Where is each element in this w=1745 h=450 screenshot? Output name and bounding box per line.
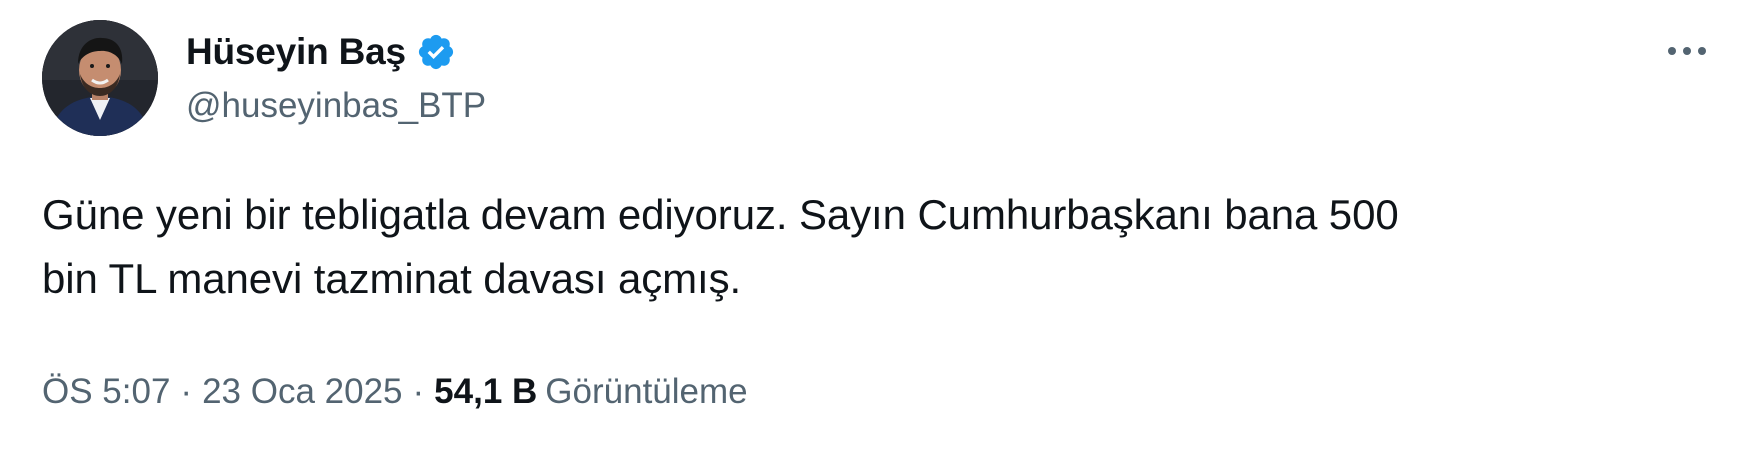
tweet-text: Güne yeni bir tebligatla devam ediyoruz.… (42, 183, 1712, 311)
views-label: Görüntüleme (545, 372, 748, 411)
author-handle[interactable]: @huseyinbas_BTP (186, 86, 486, 126)
tweet-card: Hüseyin Baş @huseyinbas_BTP Güne yeni bi… (0, 0, 1745, 450)
verified-badge-icon[interactable] (416, 32, 456, 72)
separator-dot: · (180, 372, 193, 411)
more-dot (1683, 47, 1691, 55)
tweet-metadata: ÖS 5:07 · 23 Oca 2025 · 54,1 B Görüntüle… (42, 372, 748, 412)
author-avatar[interactable] (42, 20, 158, 136)
more-options-icon[interactable] (1657, 36, 1717, 66)
avatar-photo-icon (42, 20, 158, 136)
tweet-time[interactable]: ÖS 5:07 (42, 372, 170, 412)
views-count: 54,1 B (434, 372, 538, 411)
separator-dot: · (412, 372, 425, 411)
tweet-text-line: bin TL manevi tazminat davası açmış. (42, 255, 742, 302)
author-name-row: Hüseyin Baş (186, 28, 456, 76)
more-dot (1698, 47, 1706, 55)
author-display-name[interactable]: Hüseyin Baş (186, 31, 406, 73)
tweet-text-line: Güne yeni bir tebligatla devam ediyoruz.… (42, 191, 1399, 238)
more-dot (1668, 47, 1676, 55)
tweet-date[interactable]: 23 Oca 2025 (202, 372, 402, 412)
